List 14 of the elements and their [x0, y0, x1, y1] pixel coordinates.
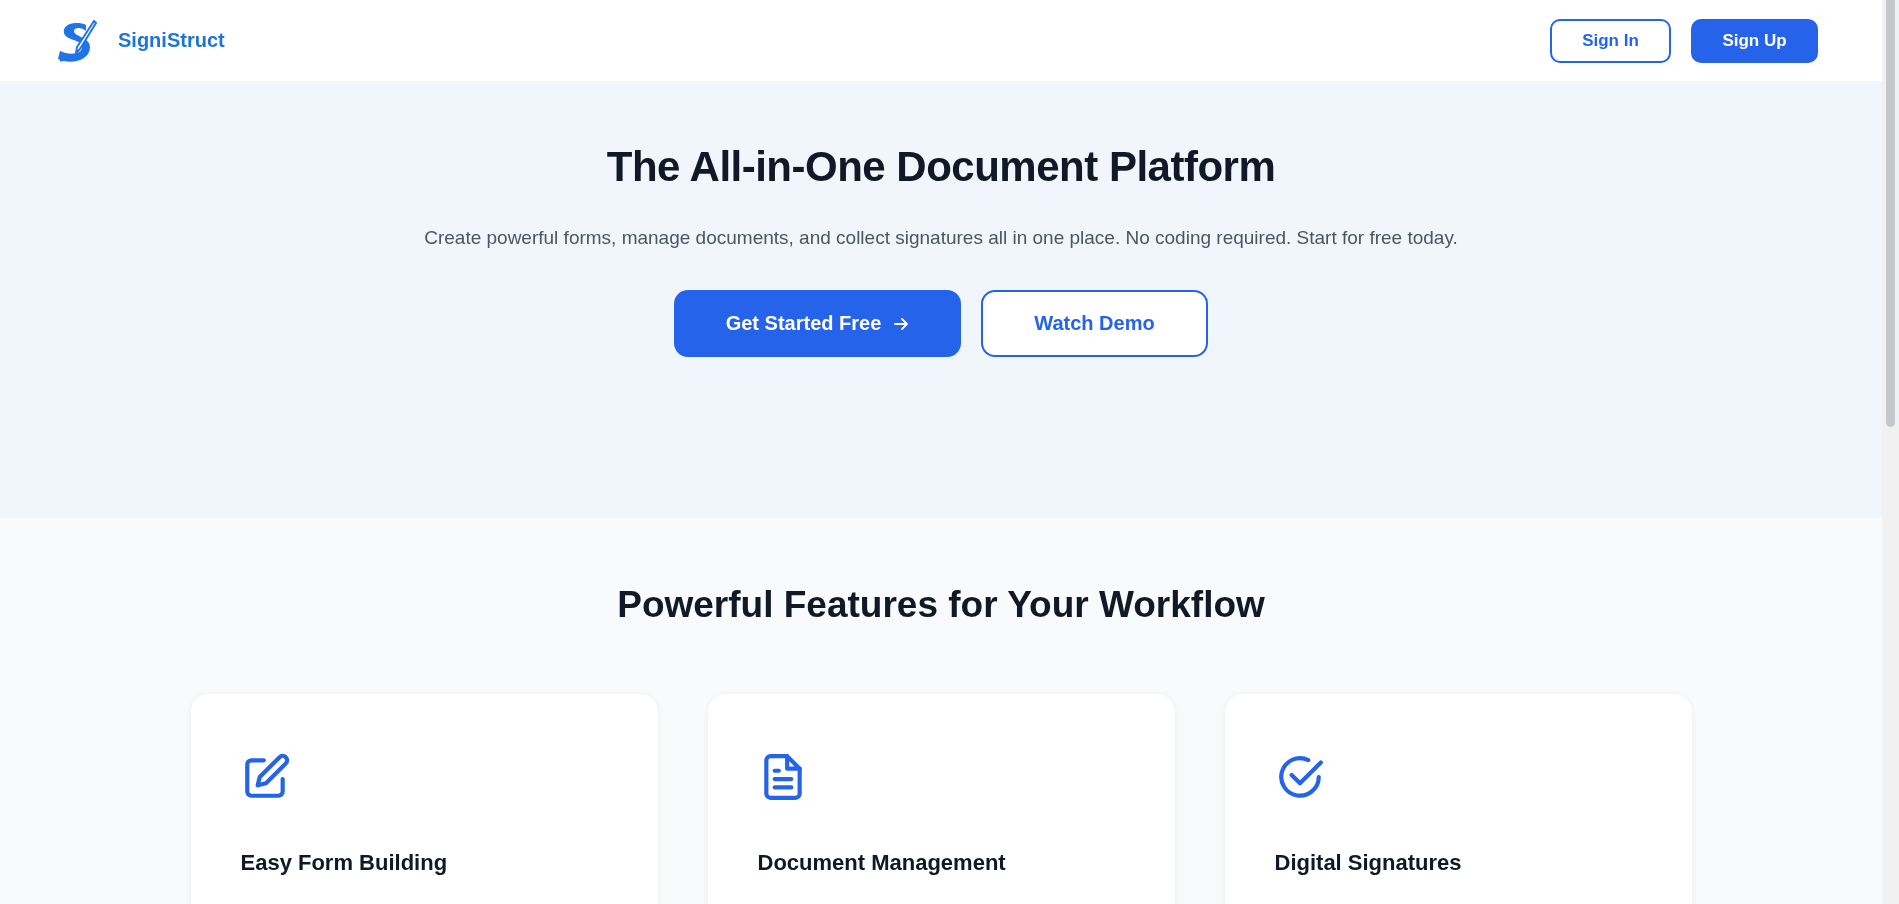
hero-subtitle: Create powerful forms, manage documents, and collect signatures all in one place. No coding required. Start for free today.	[424, 226, 1458, 250]
scrollbar-thumb[interactable]	[1886, 0, 1895, 427]
outline-button[interactable]: Sign In	[1550, 18, 1671, 63]
pen-logo-icon	[56, 18, 98, 63]
feature-title: Easy Form Building	[240, 850, 449, 876]
scrollbar[interactable]	[1882, 0, 1899, 904]
primary-button[interactable]: Get Started Free	[674, 290, 961, 357]
feature-title: Document Management	[757, 850, 1007, 876]
feature-title: Digital Signatures	[1274, 850, 1463, 876]
brand-name[interactable]: SigniStruct	[118, 29, 225, 52]
section-heading: Powerful Features for Your Workflow	[617, 584, 1265, 626]
outline-button[interactable]: Watch Demo	[981, 290, 1208, 357]
primary-button[interactable]: Sign Up	[1691, 18, 1818, 63]
hero-title: The All-in-One Document Platform	[606, 143, 1276, 191]
